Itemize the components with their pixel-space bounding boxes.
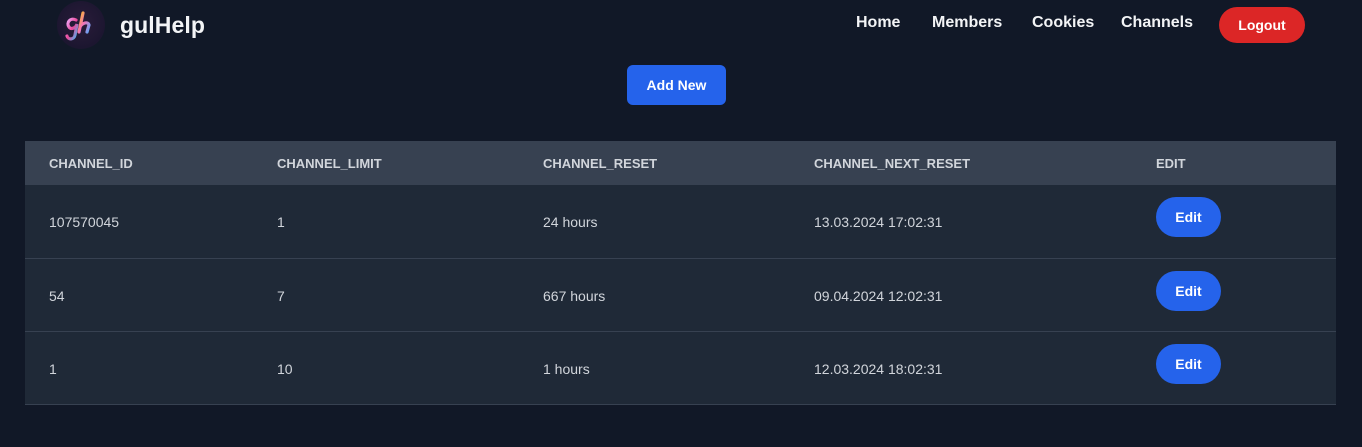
edit-button[interactable]: Edit xyxy=(1156,343,1221,384)
navbar: gulHelp Home Members Cookies Channels Lo… xyxy=(0,0,1362,52)
column-header-channel-next-reset: CHANNEL_NEXT_RESET xyxy=(814,155,971,171)
add-new-button[interactable]: Add New xyxy=(627,65,726,105)
column-header-channel-reset: CHANNEL_RESET xyxy=(543,155,658,171)
cell-channel-reset: 667 hours xyxy=(543,287,606,304)
table-body: 107570045 1 24 hours 13.03.2024 17:02:31… xyxy=(25,185,1336,404)
cell-channel-id: 1 xyxy=(49,360,57,377)
table-row: 107570045 1 24 hours 13.03.2024 17:02:31… xyxy=(25,185,1336,258)
table-header-row: CHANNEL_ID CHANNEL_LIMIT CHANNEL_RESET C… xyxy=(25,141,1336,185)
table-row: 1 10 1 hours 12.03.2024 18:02:31 Edit xyxy=(25,331,1336,404)
cell-channel-next-reset: 09.04.2024 12:02:31 xyxy=(814,287,943,304)
gh-logo-icon[interactable] xyxy=(57,1,105,49)
nav-home-link[interactable]: Home xyxy=(856,14,900,32)
cell-channel-limit: 7 xyxy=(277,287,285,304)
table-header: CHANNEL_ID CHANNEL_LIMIT CHANNEL_RESET C… xyxy=(25,141,1336,185)
cell-edit: Edit xyxy=(1132,185,1336,258)
column-header-edit: EDIT xyxy=(1156,155,1186,171)
logout-button[interactable]: Logout xyxy=(1219,7,1305,43)
channels-table-container: CHANNEL_ID CHANNEL_LIMIT CHANNEL_RESET C… xyxy=(25,141,1336,405)
cell-channel-limit: 10 xyxy=(277,360,293,377)
column-header-channel-limit: CHANNEL_LIMIT xyxy=(277,155,382,171)
nav-cookies-link[interactable]: Cookies xyxy=(1032,14,1094,32)
cell-channel-next-reset: 13.03.2024 17:02:31 xyxy=(814,214,943,231)
cell-channel-limit: 1 xyxy=(277,214,285,231)
cell-channel-reset: 1 hours xyxy=(543,360,590,377)
cell-channel-reset: 24 hours xyxy=(543,214,598,231)
cell-edit: Edit xyxy=(1132,331,1336,404)
cell-channel-id: 107570045 xyxy=(49,214,120,231)
cell-channel-next-reset: 12.03.2024 18:02:31 xyxy=(814,360,943,377)
brand-name[interactable]: gulHelp xyxy=(120,12,205,39)
nav-channels-link[interactable]: Channels xyxy=(1121,14,1193,32)
cell-edit: Edit xyxy=(1132,258,1336,331)
cell-channel-id: 54 xyxy=(49,287,65,304)
edit-button[interactable]: Edit xyxy=(1156,270,1221,311)
column-header-channel-id: CHANNEL_ID xyxy=(49,155,133,171)
channels-table: CHANNEL_ID CHANNEL_LIMIT CHANNEL_RESET C… xyxy=(25,141,1336,405)
table-row: 54 7 667 hours 09.04.2024 12:02:31 Edit xyxy=(25,258,1336,331)
nav-members-link[interactable]: Members xyxy=(932,14,1002,32)
edit-button[interactable]: Edit xyxy=(1156,197,1221,238)
